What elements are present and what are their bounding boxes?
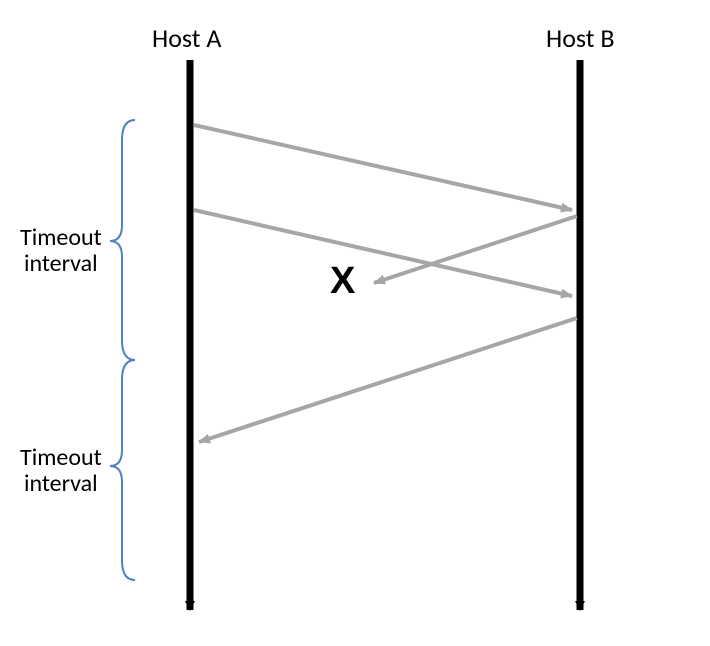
timeout-brace-2 [110,360,135,580]
sequence-diagram [0,0,710,646]
ack-2-b-to-a [199,318,577,442]
timeout-brace-1 [110,120,135,360]
segment-2-a-to-b [194,210,572,296]
segment-1-a-to-b [194,125,572,210]
